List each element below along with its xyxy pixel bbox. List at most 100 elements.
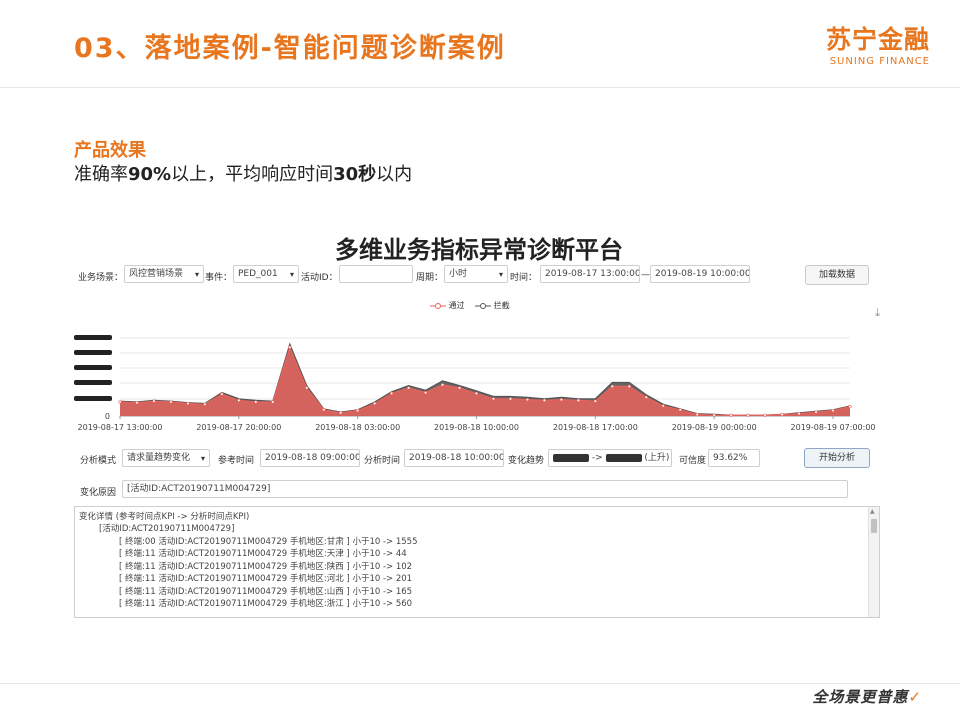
legend-item-pass[interactable]: 通过 [430, 300, 465, 311]
data-point[interactable] [339, 411, 343, 415]
data-point[interactable] [118, 400, 122, 404]
data-point[interactable] [237, 398, 241, 402]
effect-description: 准确率90%以上，平均响应时间30秒以内 [74, 160, 412, 186]
data-point[interactable] [542, 398, 547, 402]
data-point[interactable] [763, 413, 767, 417]
desc-accuracy: 90% [128, 164, 172, 185]
data-point[interactable] [814, 410, 818, 414]
start-analysis-button[interactable]: 开始分析 [804, 448, 870, 468]
redacted-value [605, 453, 642, 462]
data-point[interactable] [576, 398, 580, 402]
load-data-button[interactable]: 加载数据 [805, 265, 869, 285]
legend-pass-marker [430, 302, 446, 309]
period-select[interactable]: 小时 ▾ [444, 265, 508, 283]
data-point[interactable] [169, 400, 173, 404]
y-tick-blurred [74, 350, 112, 355]
download-icon[interactable]: ⤓ [875, 306, 880, 320]
analysis-time-input[interactable]: 2019-08-18 10:00:00 [404, 449, 504, 467]
chevron-down-icon: ▾ [289, 270, 294, 279]
data-point[interactable] [729, 413, 733, 417]
data-point[interactable] [186, 401, 190, 406]
data-point[interactable] [848, 405, 852, 409]
scene-select[interactable]: 风控营销场景 ▾ [124, 265, 204, 283]
data-point[interactable] [491, 397, 496, 401]
details-group: [活动ID:ACT20190711M004729] [99, 524, 235, 534]
diagnosis-platform-screenshot: 多维业务指标异常诊断平台 业务场景： 风控营销场景 ▾ 事件： PED_001 ▾ … [74, 212, 884, 622]
chevron-down-icon: ▾ [194, 270, 199, 279]
data-point[interactable] [678, 408, 682, 412]
data-point[interactable] [322, 408, 326, 412]
details-line: [ 终端:11 活动ID:ACT20190711M004729 手机地区:山西 … [119, 587, 413, 597]
legend-pass-label: 通过 [448, 301, 465, 310]
change-details-textarea[interactable]: 变化详情 (参考时间点KPI -> 分析时间点KPI) [活动ID:ACT201… [74, 506, 880, 618]
data-point[interactable] [644, 395, 648, 399]
desc-suffix: 以内 [376, 164, 413, 185]
data-point[interactable] [746, 413, 750, 417]
data-point[interactable] [831, 408, 835, 413]
data-point[interactable] [695, 412, 699, 417]
activity-id-input[interactable] [339, 265, 413, 283]
section-subheading: 产品效果 [74, 140, 146, 161]
data-point[interactable] [627, 384, 631, 388]
data-point[interactable] [356, 408, 360, 413]
y-tick-blurred [74, 396, 112, 401]
x-tick-label: 2019-08-19 00:00:00 [672, 423, 757, 432]
data-point[interactable] [440, 383, 445, 387]
x-tick-label: 2019-08-19 07:00:00 [791, 423, 876, 432]
data-point[interactable] [457, 386, 462, 390]
data-point[interactable] [254, 400, 258, 404]
data-point[interactable] [423, 390, 428, 395]
chevron-down-icon: ▾ [200, 454, 205, 463]
checkmark-icon: ✓ [908, 688, 922, 706]
logo-text-en: SUNING FINANCE [829, 56, 930, 67]
footer-slogan: 全场景更普惠✓ [812, 686, 922, 707]
legend-item-block[interactable]: 拦截 [475, 300, 510, 311]
y-tick-blurred [74, 365, 112, 370]
details-scrollbar[interactable]: ▲ [868, 507, 879, 617]
data-point[interactable] [525, 398, 530, 402]
data-point[interactable] [797, 412, 801, 416]
data-point[interactable] [474, 391, 479, 395]
data-point[interactable] [390, 391, 394, 395]
event-select[interactable]: PED_001 ▾ [233, 265, 299, 283]
x-axis-ticks: 2019-08-17 13:00:00 2019-08-17 20:00:00 20… [78, 416, 876, 432]
data-point[interactable] [593, 399, 597, 403]
x-tick-label: 2019-08-18 10:00:00 [434, 423, 519, 432]
data-point[interactable] [203, 402, 207, 406]
suning-finance-logo: 苏宁金融 SUNING FINANCE [826, 26, 930, 68]
scroll-up-icon[interactable]: ▲ [870, 508, 875, 515]
trend-chart: 0 2019-08-17 13:00:00 2019-08-17 20:00:00… [74, 335, 876, 432]
data-point[interactable] [305, 386, 309, 390]
data-point[interactable] [780, 412, 784, 417]
footer-slogan-text: 全场景更普惠 [812, 688, 909, 706]
end-time-input[interactable]: 2019-08-19 10:00:00 [650, 265, 750, 283]
data-point[interactable] [135, 401, 139, 405]
data-point[interactable] [271, 400, 275, 404]
data-point[interactable] [288, 345, 292, 349]
data-point[interactable] [661, 404, 665, 408]
legend-block-label: 拦截 [493, 301, 510, 310]
desc-prefix: 准确率 [74, 164, 128, 185]
reference-time-input[interactable]: 2019-08-18 09:00:00 [260, 449, 360, 467]
analysis-mode-select[interactable]: 请求量趋势变化 ▾ [122, 449, 210, 467]
redacted-value [553, 453, 589, 462]
data-point[interactable] [373, 401, 377, 406]
trend-arrow: -> [591, 453, 603, 463]
event-label: 事件： [205, 273, 233, 283]
period-select-value: 小时 [449, 269, 468, 279]
change-reason-field: [活动ID:ACT20190711M004729] [122, 480, 848, 498]
data-point[interactable] [559, 398, 563, 402]
time-range-separator: — [641, 270, 650, 280]
period-label: 周期： [416, 273, 444, 283]
data-point[interactable] [152, 399, 156, 403]
data-point[interactable] [220, 392, 224, 396]
data-point[interactable] [610, 384, 614, 388]
data-point[interactable] [508, 397, 513, 401]
data-point[interactable] [407, 386, 411, 390]
details-line: [ 终端:11 活动ID:ACT20190711M004729 手机地区:河北 … [119, 574, 413, 584]
start-time-input[interactable]: 2019-08-17 13:00:00 [540, 265, 640, 283]
confidence-field: 93.62% [708, 449, 760, 467]
chart-legend: 通过 拦截 [430, 300, 518, 311]
analysis-mode-label: 分析模式 [80, 456, 117, 466]
scrollbar-thumb[interactable] [871, 519, 877, 533]
